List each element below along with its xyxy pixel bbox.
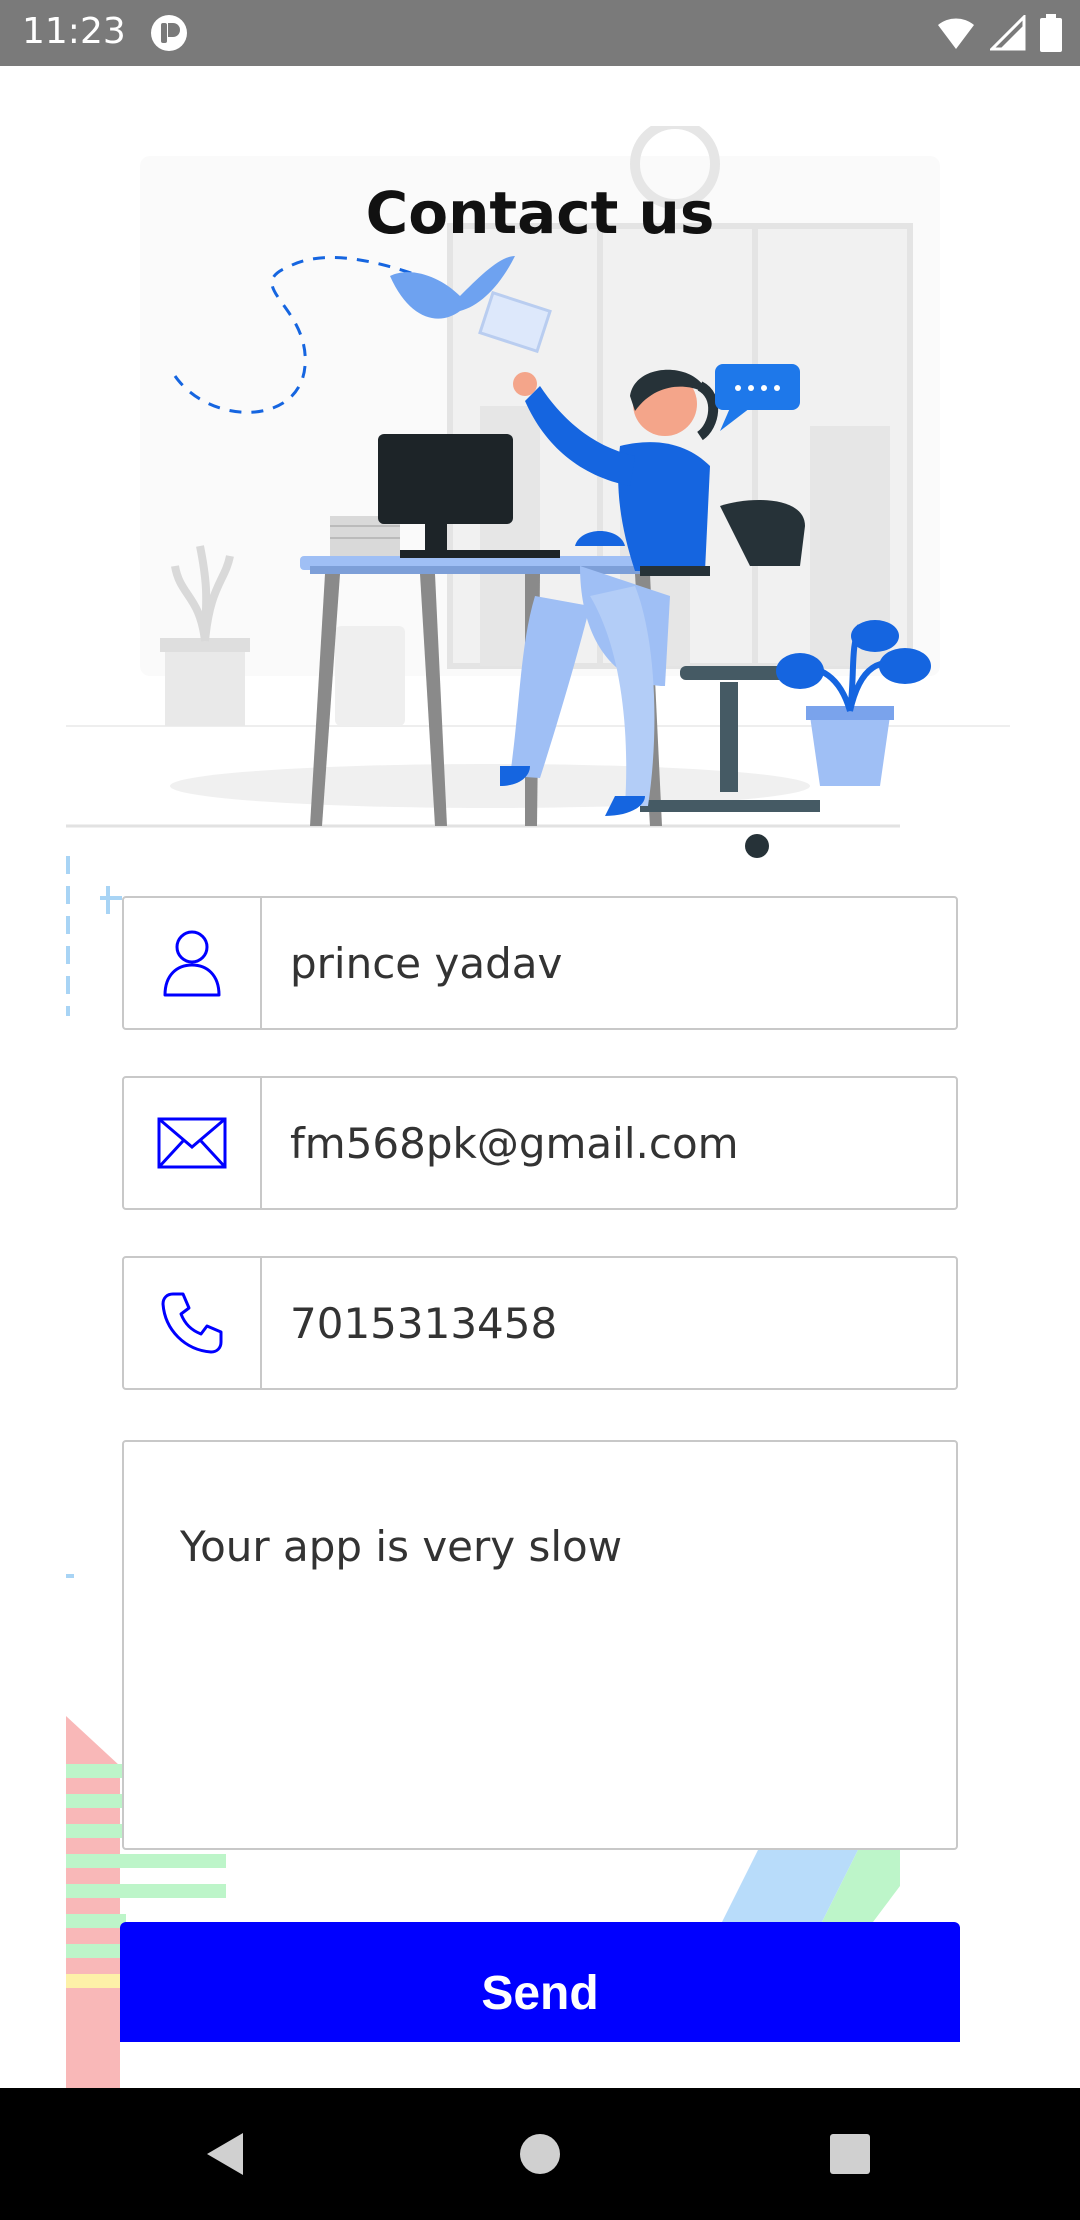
page-title: Contact us <box>365 178 715 247</box>
email-field[interactable] <box>122 1076 958 1210</box>
back-icon <box>207 2133 243 2175</box>
battery-icon <box>1040 14 1062 52</box>
decorative-shapes <box>66 856 122 1578</box>
message-field[interactable]: Your app is very slow <box>122 1440 958 1850</box>
contact-screen: Contact us prince yadav fm568pk@gmail.co… <box>0 66 1080 2088</box>
message-textarea[interactable]: Your app is very slow <box>124 1442 956 1848</box>
person-icon <box>163 930 221 997</box>
recents-icon <box>830 2134 870 2174</box>
navigation-bar <box>0 2088 1080 2220</box>
send-button[interactable]: Send <box>120 1922 960 2042</box>
signal-icon <box>990 15 1026 51</box>
recents-button[interactable] <box>790 2088 910 2220</box>
home-icon <box>520 2134 560 2174</box>
decorative-band <box>720 1846 900 1926</box>
phone-field[interactable] <box>122 1256 958 1390</box>
status-time: 11:23 <box>22 11 126 52</box>
wifi-icon <box>938 18 974 49</box>
email-input[interactable] <box>262 1078 956 1208</box>
name-icon-box <box>124 898 262 1028</box>
status-bar: 11:23 <box>0 0 1080 66</box>
name-input[interactable] <box>262 898 956 1028</box>
name-field[interactable] <box>122 896 958 1030</box>
home-button[interactable] <box>480 2088 600 2220</box>
back-button[interactable] <box>166 2088 286 2220</box>
phone-icon-box <box>124 1258 262 1388</box>
app-notification-icon <box>151 15 187 51</box>
mail-icon <box>157 1117 227 1169</box>
phone-icon <box>161 1292 223 1354</box>
phone-input[interactable] <box>262 1258 956 1388</box>
email-icon-box <box>124 1078 262 1208</box>
